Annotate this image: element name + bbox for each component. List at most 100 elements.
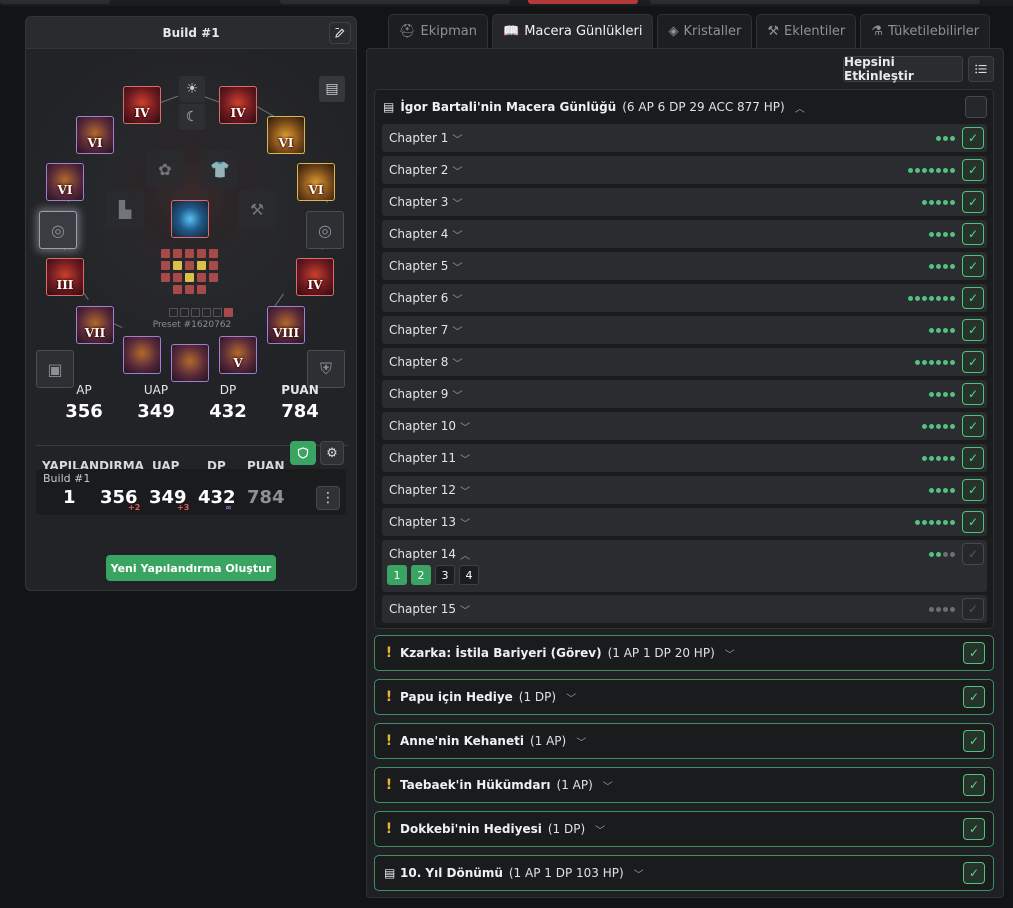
- slot-placeholder-4[interactable]: ⚒: [238, 190, 276, 228]
- quest-checkbox[interactable]: ✓: [963, 774, 985, 796]
- page-button[interactable]: 4: [459, 565, 479, 585]
- moon-icon[interactable]: ☾: [179, 104, 205, 130]
- chapter-row[interactable]: Chapter 14 ︿ ✓ 1 2 3 4: [382, 540, 987, 592]
- quest-row[interactable]: ! Dokkebi'nin Hediyesi (1 DP) ﹀ ✓: [374, 811, 994, 847]
- new-config-button[interactable]: Yeni Yapılandırma Oluştur: [106, 555, 276, 581]
- chapter-checkbox[interactable]: ✓: [962, 598, 984, 620]
- chapter-row[interactable]: Chapter 12 ﹀ ✓: [382, 476, 987, 504]
- progress-dot: [950, 295, 955, 301]
- journal-header[interactable]: ▤ İgor Bartali'nin Macera Günlüğü (6 AP …: [375, 90, 995, 124]
- gear-slot-earring-left[interactable]: VI: [46, 163, 84, 201]
- gear-slot-selected[interactable]: ◎: [39, 211, 77, 249]
- chapter-checkbox[interactable]: ✓: [962, 287, 984, 309]
- chapter-checkbox[interactable]: ✓: [962, 127, 984, 149]
- chapter-checkbox[interactable]: ✓: [962, 511, 984, 533]
- quest-row[interactable]: ! Anne'nin Kehaneti (1 AP) ﹀ ✓: [374, 723, 994, 759]
- page-button[interactable]: 2: [411, 565, 431, 585]
- chapter-checkbox[interactable]: ✓: [962, 383, 984, 405]
- quest-checkbox[interactable]: ✓: [963, 862, 985, 884]
- chevron-down-icon: ﹀: [452, 262, 463, 274]
- chapter-row[interactable]: Chapter 2 ﹀ ✓: [382, 156, 987, 184]
- chapter-label: Chapter 3: [389, 195, 449, 209]
- chapter-row[interactable]: Chapter 10 ﹀ ✓: [382, 412, 987, 440]
- tab-addons[interactable]: ⚒ Eklentiler: [756, 14, 857, 48]
- chapter-row[interactable]: Chapter 4 ﹀ ✓: [382, 220, 987, 248]
- chapter-row[interactable]: Chapter 8 ﹀ ✓: [382, 348, 987, 376]
- sun-icon[interactable]: ☀: [179, 76, 205, 102]
- progress-dots: [922, 188, 955, 216]
- progress-dot: [936, 455, 941, 461]
- quest-row[interactable]: ! Taebaek'in Hükümdarı (1 AP) ﹀ ✓: [374, 767, 994, 803]
- quest-checkbox[interactable]: ✓: [963, 818, 985, 840]
- chapter-row[interactable]: Chapter 15 ﹀ ✓: [382, 595, 987, 623]
- gear-slot-bottom-center[interactable]: [171, 344, 209, 382]
- progress-dot: [929, 231, 934, 237]
- shield-toggle-button[interactable]: [290, 441, 316, 465]
- scroll-icon[interactable]: ▤: [319, 76, 345, 102]
- progress-dot: [943, 327, 948, 333]
- gear-slot-bottom-right[interactable]: V: [219, 336, 257, 374]
- progress-dot: [915, 167, 920, 173]
- quest-checkbox[interactable]: ✓: [963, 686, 985, 708]
- gear-slot-ring-right[interactable]: VI: [267, 116, 305, 154]
- chapter-row[interactable]: Chapter 5 ﹀ ✓: [382, 252, 987, 280]
- progress-dot: [950, 551, 955, 557]
- tab-adventure-logs[interactable]: 📖 Macera Günlükleri: [492, 14, 654, 48]
- gear-slot-center-artifact[interactable]: [171, 200, 209, 238]
- tab-equipment[interactable]: ⛑ Ekipman: [388, 14, 488, 48]
- settings-button[interactable]: ⚙: [320, 441, 344, 465]
- slot-placeholder-1[interactable]: ✿: [146, 150, 184, 188]
- check-icon: ✓: [967, 547, 979, 561]
- edit-build-button[interactable]: [329, 22, 351, 44]
- chapter-checkbox[interactable]: ✓: [962, 543, 984, 565]
- chapter-row[interactable]: Chapter 9 ﹀ ✓: [382, 380, 987, 408]
- quest-row[interactable]: ! Papu için Hediye (1 DP) ﹀ ✓: [374, 679, 994, 715]
- slot-placeholder-3[interactable]: ▙: [106, 190, 144, 228]
- chapter-row[interactable]: Chapter 6 ﹀ ✓: [382, 284, 987, 312]
- progress-dots: [915, 348, 955, 376]
- slot-placeholder-2[interactable]: 👕: [201, 150, 239, 188]
- gear-slot-bottom-left[interactable]: [123, 336, 161, 374]
- gear-icon: ✿: [158, 159, 172, 179]
- journal-checkbox[interactable]: [965, 96, 987, 118]
- chapter-checkbox[interactable]: ✓: [962, 447, 984, 469]
- chevron-down-icon: ﹀: [633, 869, 644, 881]
- more-options-button[interactable]: ⋮: [316, 486, 340, 510]
- chapter-row[interactable]: Chapter 7 ﹀ ✓: [382, 316, 987, 344]
- build-config-row[interactable]: Build #1 1 356 +2 349 +3 432 ∞ 784 ⋮: [36, 469, 346, 515]
- chapter-checkbox[interactable]: ✓: [962, 319, 984, 341]
- chapter-row[interactable]: Chapter 3 ﹀ ✓: [382, 188, 987, 216]
- gear-slot-earring-right[interactable]: VI: [297, 163, 335, 201]
- check-icon: ✓: [967, 291, 979, 305]
- chapter-checkbox[interactable]: ✓: [962, 255, 984, 277]
- gear-slot-top-right[interactable]: IV: [219, 86, 257, 124]
- gear-slot-top-left[interactable]: IV: [123, 86, 161, 124]
- gear-slot-weapon-left[interactable]: III: [46, 258, 84, 296]
- chapter-checkbox[interactable]: ✓: [962, 191, 984, 213]
- progress-dot: [950, 263, 955, 269]
- chapter-checkbox[interactable]: ✓: [962, 159, 984, 181]
- gear-slot-empty-right[interactable]: ◎: [306, 211, 344, 249]
- page-button[interactable]: 3: [435, 565, 455, 585]
- list-view-button[interactable]: [968, 56, 994, 82]
- page-button[interactable]: 1: [387, 565, 407, 585]
- quest-row[interactable]: ! Kzarka: İstila Bariyeri (Görev) (1 AP 1 …: [374, 635, 994, 671]
- chapter-checkbox[interactable]: ✓: [962, 223, 984, 245]
- quest-checkbox[interactable]: ✓: [963, 642, 985, 664]
- chapter-checkbox[interactable]: ✓: [962, 479, 984, 501]
- tab-crystals[interactable]: ◈ Kristaller: [657, 14, 753, 48]
- gear-slot-weapon-right[interactable]: IV: [296, 258, 334, 296]
- quest-checkbox[interactable]: ✓: [963, 730, 985, 752]
- gear-slot-ring-left[interactable]: VI: [76, 116, 114, 154]
- quest-name: Kzarka: İstila Bariyeri (Görev): [400, 646, 602, 660]
- chapter-row[interactable]: Chapter 13 ﹀ ✓: [382, 508, 987, 536]
- chapter-checkbox[interactable]: ✓: [962, 351, 984, 373]
- progress-dot: [950, 199, 955, 205]
- enable-all-button[interactable]: Hepsini Etkinleştir: [843, 55, 963, 83]
- tab-consumables[interactable]: ⚗ Tüketilebilirler: [860, 14, 991, 48]
- progress-dot: [922, 519, 927, 525]
- chapter-row[interactable]: Chapter 11 ﹀ ✓: [382, 444, 987, 472]
- quest-row[interactable]: ▤ 10. Yıl Dönümü (1 AP 1 DP 103 HP) ﹀ ✓: [374, 855, 994, 891]
- chapter-checkbox[interactable]: ✓: [962, 415, 984, 437]
- chapter-row[interactable]: Chapter 1 ﹀ ✓: [382, 124, 987, 152]
